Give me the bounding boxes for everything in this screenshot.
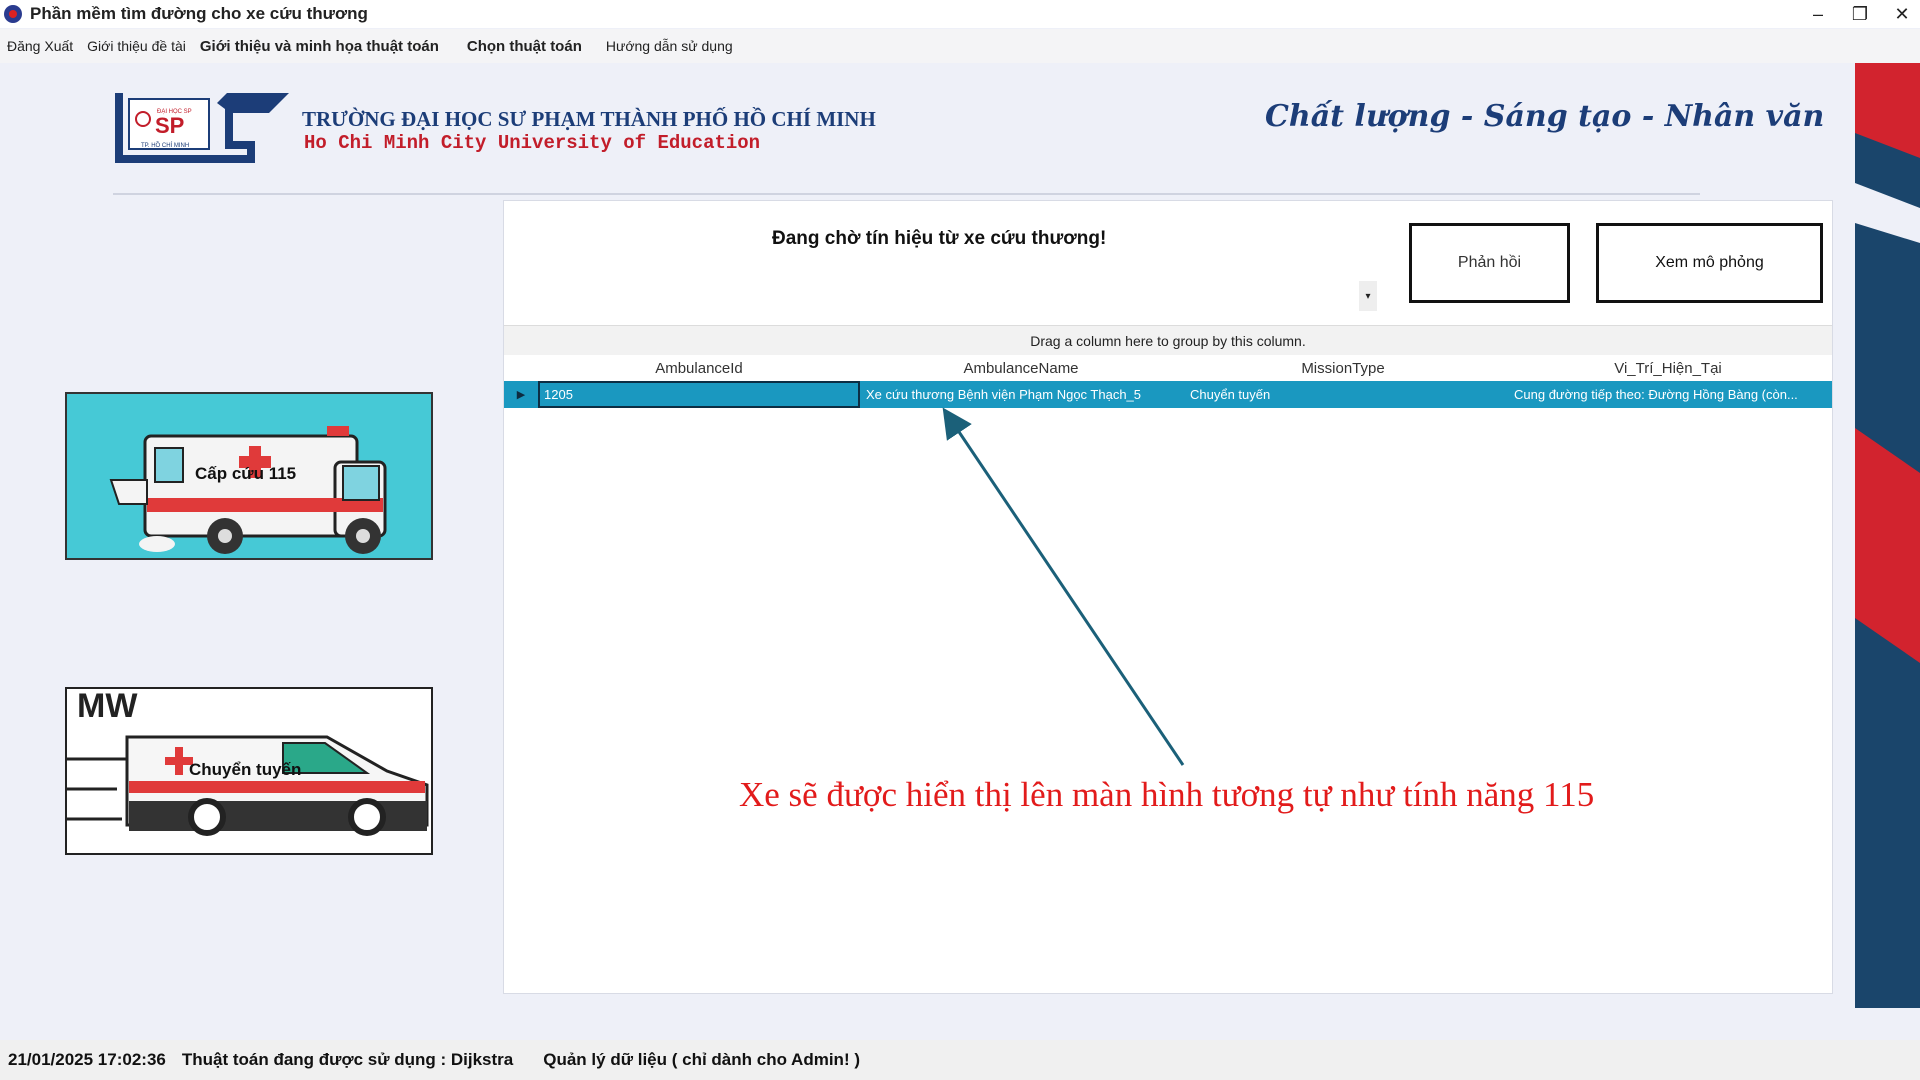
- status-bar: 21/01/2025 17:02:36 Thuật toán đang được…: [0, 1040, 1920, 1080]
- annotation-text: Xe sẽ được hiển thị lên màn hình tương t…: [739, 775, 1595, 814]
- status-datetime: 21/01/2025 17:02:36: [8, 1050, 166, 1069]
- status-admin-link[interactable]: Quản lý dữ liệu ( chỉ dành cho Admin! ): [535, 1050, 868, 1070]
- annotation-arrow: [942, 407, 1185, 766]
- status-algorithm: Thuật toán đang được sử dụng : Dijkstra: [181, 1050, 514, 1069]
